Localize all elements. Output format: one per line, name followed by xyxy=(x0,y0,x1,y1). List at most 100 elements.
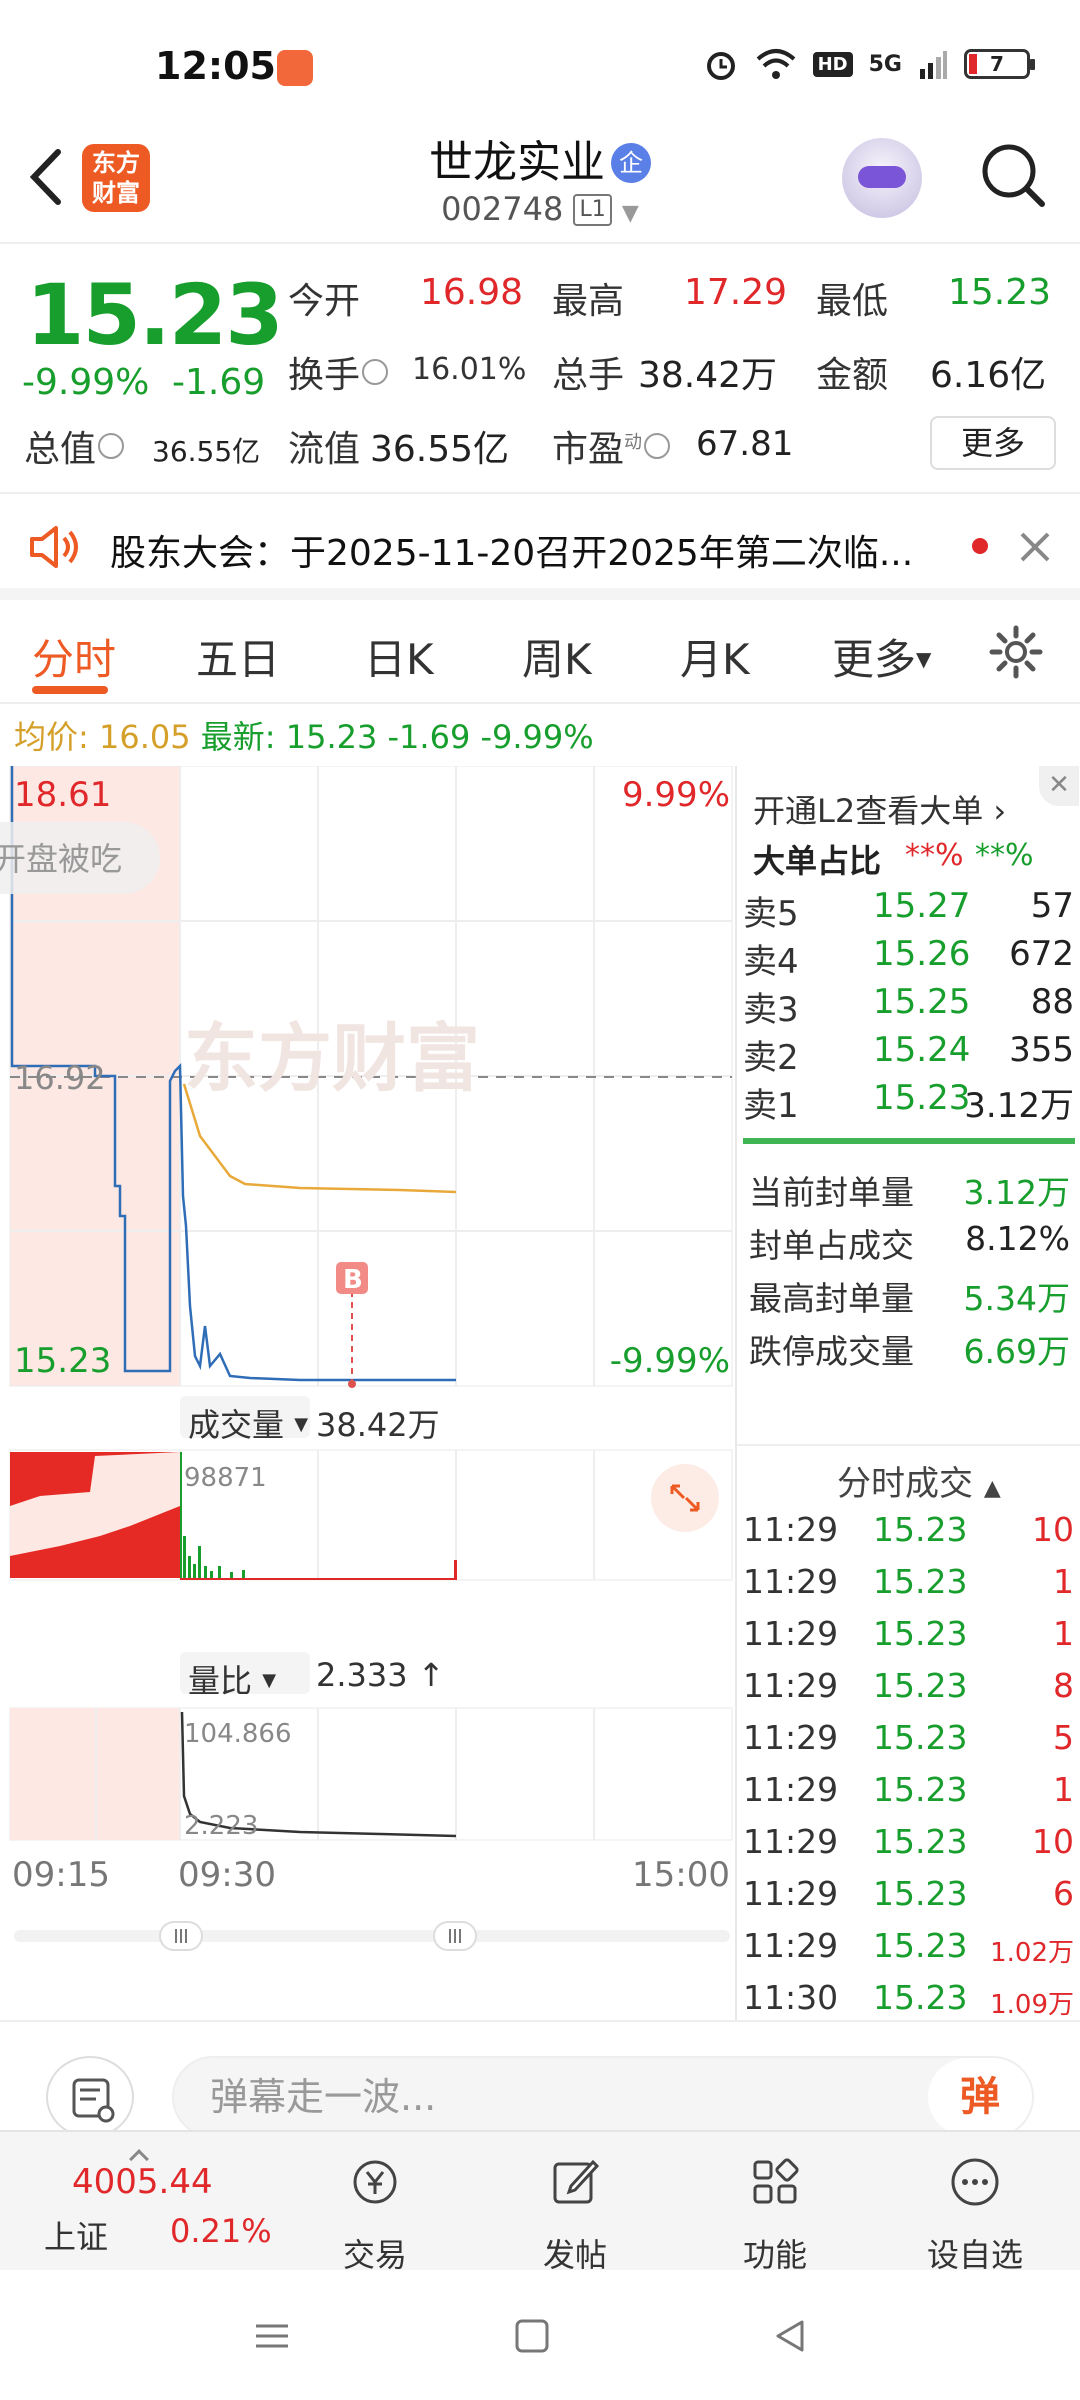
ai-assistant-avatar[interactable] xyxy=(842,138,922,218)
trade-time: 11:29 xyxy=(743,1718,839,1757)
ratio-label: 量比 xyxy=(188,1662,253,1700)
pe-label[interactable]: 市盈动 xyxy=(552,420,671,472)
index-percent[interactable]: 0.21% xyxy=(170,2212,272,2250)
trade-price: 15.23 xyxy=(873,1718,968,1757)
level-badge: L1 xyxy=(573,194,612,226)
close-icon[interactable] xyxy=(1018,530,1052,564)
float-label: 流值 xyxy=(288,429,361,470)
trade-time: 11:29 xyxy=(743,1770,839,1809)
range-slider-track[interactable] xyxy=(14,1930,730,1942)
stat-label: 最高封单量 xyxy=(749,1279,914,1318)
trade-price: 15.23 xyxy=(873,1978,968,2017)
trade-time: 11:29 xyxy=(743,1822,839,1861)
order-panel: 开通L2查看大单 › ✕ 大单占比 **% **% 卖5 15.27 57 卖4 15.… xyxy=(735,766,1080,2020)
trade-time: 11:29 xyxy=(743,1666,839,1705)
index-value[interactable]: 4005.44 xyxy=(72,2162,213,2202)
orderbook-volume: 57 xyxy=(1030,886,1074,926)
active-tab-indicator xyxy=(32,686,108,694)
avg-label: 均价: xyxy=(14,718,89,756)
turnover-label[interactable]: 换手 xyxy=(288,346,389,398)
trade-icon xyxy=(353,2160,397,2204)
low-value: 15.23 xyxy=(948,272,1052,313)
expand-button-bg[interactable] xyxy=(651,1464,719,1532)
trade-volume: 10 xyxy=(1032,1822,1074,1861)
volume-label: 成交量 xyxy=(188,1406,285,1444)
quote-panel: 15.23 -9.99% -1.69 今开 16.98 最高 17.29 最低 … xyxy=(0,244,1080,494)
latest-label: 最新: xyxy=(200,718,276,756)
comment-settings-button[interactable] xyxy=(46,2056,134,2138)
dropdown-caret-icon: ▼ xyxy=(262,1670,277,1691)
l2-banner[interactable]: 开通L2查看大单 › xyxy=(753,786,1006,832)
search-icon[interactable] xyxy=(978,140,1048,210)
nav-post[interactable]: 发帖 xyxy=(510,2152,640,2276)
time-end-label: 15:00 xyxy=(632,1855,730,1895)
change-amount: -1.69 xyxy=(172,362,266,403)
stat-label: 当前封单量 xyxy=(749,1173,914,1212)
ratio-selector[interactable]: 量比 ▼ xyxy=(188,1656,276,1702)
volume-value: 38.42万 xyxy=(638,355,778,396)
nav-functions[interactable]: 功能 xyxy=(710,2152,840,2276)
volume-max-label: 98871 xyxy=(184,1463,267,1493)
open-label: 今开 xyxy=(288,281,361,322)
comment-settings-icon xyxy=(72,2078,115,2123)
danmaku-input[interactable]: 弹幕走一波... xyxy=(172,2056,1034,2138)
trade-volume: 8 xyxy=(1053,1666,1074,1705)
caret-up-icon: ▲ xyxy=(983,1476,1001,1501)
trade-price: 15.23 xyxy=(873,1666,968,1705)
trades-title[interactable]: 分时成交 ▲ xyxy=(837,1456,1001,1505)
index-name[interactable]: 上证 xyxy=(44,2212,108,2258)
orderbook-price: 15.23 xyxy=(873,1078,971,1118)
tab-daily-k[interactable]: 日K xyxy=(364,626,434,687)
trade-time: 11:29 xyxy=(743,1562,839,1601)
tab-more[interactable]: 更多▼ xyxy=(832,626,931,687)
ratio-value: 2.333 ↑ xyxy=(316,1656,445,1694)
volume-label: 总手 xyxy=(552,355,625,396)
menu-icon[interactable] xyxy=(252,2316,292,2356)
ratio-value-text: 2.333 xyxy=(316,1656,408,1694)
trade-volume: 1 xyxy=(1053,1614,1074,1653)
alarm-icon xyxy=(706,52,735,80)
tab-five-day[interactable]: 五日 xyxy=(196,626,280,687)
amount-label: 金额 xyxy=(816,355,889,396)
trade-price: 15.23 xyxy=(873,1510,968,1549)
mktcap-label[interactable]: 总值 xyxy=(24,420,125,472)
tab-intraday[interactable]: 分时 xyxy=(32,626,116,687)
trade-time: 11:29 xyxy=(743,1874,839,1913)
back-triangle-icon[interactable] xyxy=(770,2316,810,2356)
trade-price: 15.23 xyxy=(873,1562,968,1601)
notice-bar[interactable]: 股东大会：于2025-11-20召开2025年第二次临... xyxy=(0,494,1080,600)
orderbook-label: 卖4 xyxy=(743,942,799,982)
latest-change: -1.69 xyxy=(387,718,471,756)
current-price: 15.23 xyxy=(26,266,284,364)
more-quote-button[interactable]: 更多 xyxy=(930,416,1056,470)
orderbook-label: 卖3 xyxy=(743,990,799,1030)
orderbook-price: 15.25 xyxy=(873,982,971,1022)
tab-monthly-k[interactable]: 月K xyxy=(680,626,750,687)
notice-text[interactable]: 股东大会：于2025-11-20召开2025年第二次临... xyxy=(110,524,940,576)
trade-volume: 1.02万 xyxy=(990,1938,1074,1968)
intraday-chart[interactable]: 东方财富 B 开盘被吃 18.61 16.92 15.23 9.99% -9.9… xyxy=(0,765,735,2020)
info-circle-icon xyxy=(98,433,125,459)
trade-price: 15.23 xyxy=(873,1926,968,1965)
orderbook-volume: 355 xyxy=(1009,1030,1074,1070)
high-value: 17.29 xyxy=(684,272,788,313)
price-max-label: 18.61 xyxy=(14,775,111,815)
stock-code[interactable]: 002748 L1 ▼ xyxy=(0,190,1080,228)
orderbook-volume: 3.12万 xyxy=(964,1086,1074,1126)
trade-volume: 1 xyxy=(1053,1770,1074,1809)
chart-watermark: 东方财富 xyxy=(184,1016,480,1102)
big-order-green: **% xyxy=(975,838,1034,873)
nav-trade[interactable]: 交易 xyxy=(310,2152,440,2276)
orderbook-label: 卖1 xyxy=(743,1086,799,1126)
nav-add-watchlist[interactable]: 设自选 xyxy=(910,2152,1040,2276)
home-icon[interactable] xyxy=(512,2316,552,2356)
orderbook-price: 15.24 xyxy=(873,1030,971,1070)
tab-weekly-k[interactable]: 周K xyxy=(522,626,592,687)
gear-icon[interactable] xyxy=(988,624,1044,680)
volume-selector[interactable]: 成交量 ▼ xyxy=(188,1400,308,1446)
close-banner-icon[interactable]: ✕ xyxy=(1039,766,1079,806)
trade-volume: 1 xyxy=(1053,1562,1074,1601)
orderbook-price: 15.27 xyxy=(873,886,971,926)
trade-time: 11:29 xyxy=(743,1926,839,1965)
danmaku-send-button[interactable]: 弹 xyxy=(928,2058,1032,2136)
